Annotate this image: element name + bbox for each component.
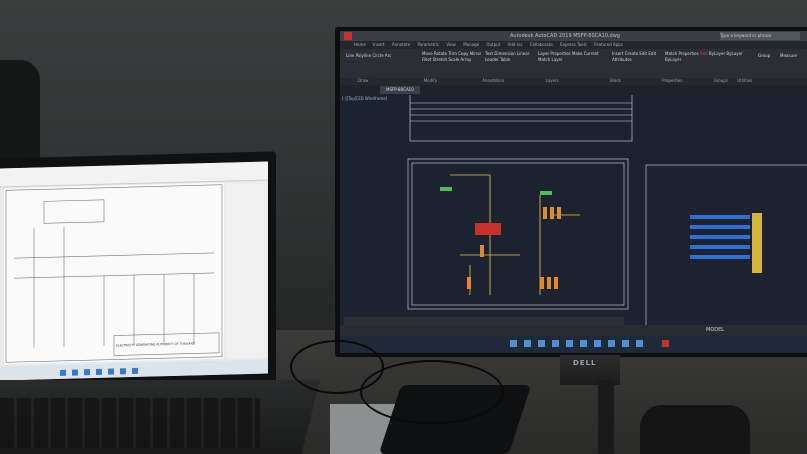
tab-view[interactable]: View [446,42,456,47]
monitor-screen: Autodesk AutoCAD 2019 MSFP-80CA10.dwg Ty… [340,31,807,353]
trim-tool[interactable]: Trim [448,51,457,56]
document-tabs: MSFP-80CA10 [340,85,807,95]
tab-featured-apps[interactable]: Featured Apps [594,42,623,47]
make-current-tool[interactable]: Make Current [572,51,599,56]
dimension-tool[interactable]: Dimension [494,51,515,56]
schematic-drawing [5,184,223,363]
group-label-modify: Modify [423,78,437,83]
measure-tool[interactable]: Measure [780,53,797,58]
edit-tool[interactable]: Edit [639,51,647,56]
group-label-block: Block [610,78,621,83]
group-tool[interactable]: Group [758,53,770,58]
block-group: Insert Create Edit Edit Attributes [612,51,662,63]
pdf-side-panel[interactable] [226,181,266,359]
circle-tool[interactable]: Circle [372,53,383,58]
fillet-tool[interactable]: Fillet [422,57,431,62]
tab-home[interactable]: Home [354,42,366,47]
tab-output[interactable]: Output [486,42,500,47]
external-drive [640,405,750,454]
tab-parametric[interactable]: Parametric [417,42,439,47]
polyline-tool[interactable]: Polyline [356,53,371,58]
linear-tool[interactable]: Linear [517,51,529,56]
ribbon-group-labels: Draw Modify Annotation Layers Block Prop… [340,78,807,85]
arc-tool[interactable]: Arc [385,53,392,58]
draw-group: Line Polyline Circle Arc [346,53,391,58]
group-label-properties: Properties [662,78,683,83]
windows-taskbar[interactable] [340,335,807,353]
monitor-neck [598,380,614,454]
layer-properties-tool[interactable]: Layer Properties [538,51,571,56]
rotate-tool[interactable]: Rotate [434,51,447,56]
autocad-logo-icon[interactable] [344,32,352,40]
leader-tool[interactable]: Leader [485,57,499,62]
tab-collaborate[interactable]: Collaborate [530,42,553,47]
tab-manage[interactable]: Manage [463,42,479,47]
group-label-layers: Layers [545,78,559,83]
doc-tab[interactable]: MSFP-80CA10 [380,86,420,94]
ribbon-panel: Line Polyline Circle Arc Move Rotate Tri… [340,49,807,85]
array-tool[interactable]: Array [460,57,471,62]
pdf-page: ELECTRICITY GENERATING AUTHORITY OF THAI… [4,182,224,365]
scale-tool[interactable]: Scale [448,57,459,62]
create-tool[interactable]: Create [625,51,638,56]
table-tool[interactable]: Table [500,57,510,62]
match-properties-tool[interactable]: Match Properties [665,51,699,56]
group-label-utilities: Utilities [737,78,753,83]
move-tool[interactable]: Move [422,51,433,56]
tab-addins[interactable]: Add-ins [508,42,523,47]
color-select[interactable]: Red [700,51,708,56]
search-input[interactable]: Type a keyword or phrase [720,32,800,40]
laptop-keyboard[interactable] [0,398,260,448]
stretch-tool[interactable]: Stretch [433,57,447,62]
tab-insert[interactable]: Insert [373,42,384,47]
dell-logo: DELL [573,359,597,367]
transparency-select[interactable]: ByLayer [665,57,681,62]
model-space-label[interactable]: MODEL [706,327,724,333]
laptop-screen: ELECTRICITY GENERATING AUTHORITY OF THAI… [0,161,268,381]
command-line[interactable] [344,317,624,325]
annotation-group: Text Dimension Linear Leader Table [485,51,535,63]
copy-tool[interactable]: Copy [458,51,468,56]
properties-group: Match Properties Red ByLayer ByLayer ByL… [665,51,755,63]
tab-annotate[interactable]: Annotate [392,42,410,47]
modify-group: Move Rotate Trim Copy Mirror Fillet Stre… [422,51,482,63]
insert-tool[interactable]: Insert [612,51,623,56]
linetype-select[interactable]: ByLayer [709,51,725,56]
viewport-label[interactable]: [-][Top][2D Wireframe] [342,96,387,101]
mirror-tool[interactable]: Mirror [470,51,482,56]
photo-scene: ELECTRICITY GENERATING AUTHORITY OF THAI… [0,0,807,454]
window-title: Autodesk AutoCAD 2019 MSFP-80CA10.dwg [510,33,620,39]
group-label-draw: Draw [358,78,369,83]
cable [290,340,384,394]
status-bar: MODEL [340,325,807,335]
group-label-groups: Groups [713,78,728,83]
line-tool[interactable]: Line [346,53,354,58]
ribbon-tabs[interactable]: Home Insert Annotate Parametric View Man… [340,41,807,49]
tab-express-tools[interactable]: Express Tools [560,42,587,47]
group-label-annotation: Annotation [482,78,505,83]
match-layer-tool[interactable]: Match Layer [538,57,563,62]
electrical-schematic [407,92,807,336]
autocad-titlebar: Autodesk AutoCAD 2019 MSFP-80CA10.dwg Ty… [340,31,807,41]
lineweight-select[interactable]: ByLayer [726,51,742,56]
layers-group: Layer Properties Make Current Match Laye… [538,51,608,63]
text-tool[interactable]: Text [485,51,493,56]
drawing-canvas[interactable]: [-][Top][2D Wireframe] [340,92,807,336]
